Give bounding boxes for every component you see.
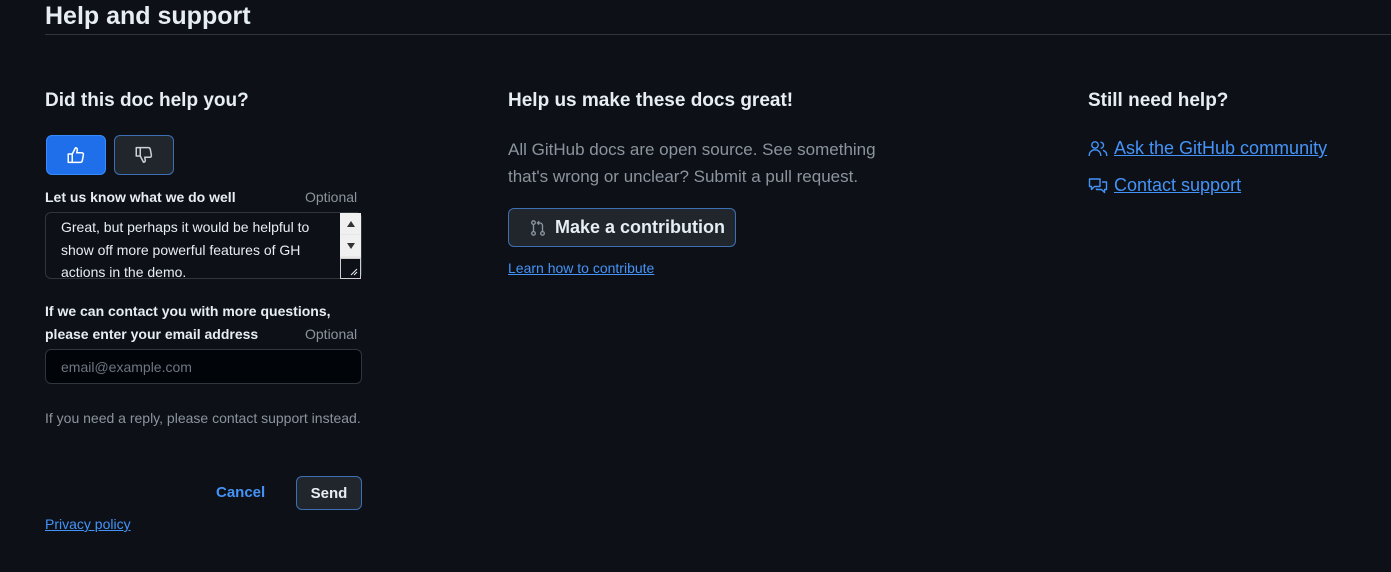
cancel-button[interactable]: Cancel: [216, 484, 265, 501]
thumbs-down-button[interactable]: [114, 135, 174, 175]
people-icon: [1088, 140, 1108, 156]
email-field[interactable]: [45, 349, 362, 384]
send-button[interactable]: Send: [296, 476, 362, 510]
email-label-line2: please enter your email address: [45, 326, 259, 342]
thumbs-down-icon: [135, 146, 153, 163]
privacy-policy-link[interactable]: Privacy policy: [45, 516, 131, 532]
contact-support-link[interactable]: Contact support: [1088, 175, 1241, 196]
contribute-heading: Help us make these docs great!: [508, 90, 794, 111]
support-heading: Still need help?: [1088, 90, 1229, 111]
ask-community-label[interactable]: Ask the GitHub community: [1114, 138, 1327, 159]
scroll-up-icon[interactable]: [340, 213, 361, 234]
comment-label: Let us know what we do well: [45, 189, 236, 205]
reply-note: If you need a reply, please contact supp…: [45, 410, 361, 426]
git-pull-request-icon: [531, 219, 545, 236]
comment-discussion-icon: [1088, 177, 1108, 193]
thumbs-up-icon: [67, 147, 85, 164]
feedback-heading: Did this doc help you?: [45, 90, 249, 111]
email-label-line1: If we can contact you with more question…: [45, 303, 331, 319]
make-contribution-button[interactable]: Make a contribution: [508, 208, 736, 247]
thumbs-up-button[interactable]: [46, 135, 106, 175]
contact-support-label[interactable]: Contact support: [1114, 175, 1241, 196]
scroll-down-icon[interactable]: [340, 235, 361, 256]
resize-handle-icon[interactable]: [340, 258, 361, 279]
page-title: Help and support: [45, 2, 251, 30]
learn-contribute-link[interactable]: Learn how to contribute: [508, 260, 654, 276]
make-contribution-label: Make a contribution: [555, 217, 726, 237]
comment-optional: Optional: [305, 189, 358, 205]
divider: [45, 34, 1391, 35]
comment-textarea[interactable]: Great, but perhaps it would be helpful t…: [45, 212, 362, 279]
email-optional: Optional: [305, 326, 358, 342]
contribute-description: All GitHub docs are open source. See som…: [508, 140, 876, 186]
ask-community-link[interactable]: Ask the GitHub community: [1088, 138, 1327, 159]
